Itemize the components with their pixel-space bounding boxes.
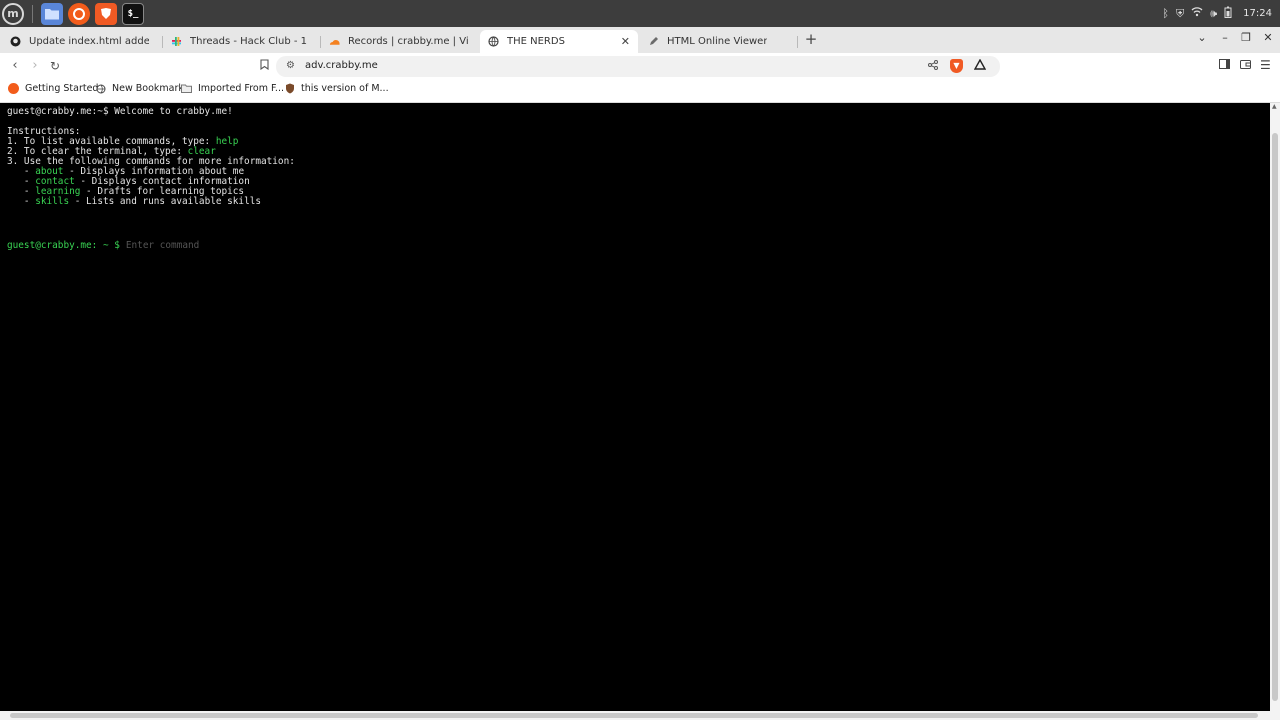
horizontal-scrollbar[interactable] bbox=[0, 711, 1280, 720]
tab-title: Update index.html added subdo bbox=[29, 36, 149, 47]
brave-rewards-icon[interactable] bbox=[973, 58, 987, 73]
maximize-icon[interactable]: ❐ bbox=[1239, 31, 1253, 44]
menu-hamburger-icon[interactable]: ☰ bbox=[1260, 58, 1271, 72]
bookmark-label: Imported From F... bbox=[198, 83, 284, 94]
desktop-panel: m $_ ᛒ ⛨ 🕪 17:24 bbox=[0, 0, 1280, 27]
command-desc: - Lists and runs available skills bbox=[69, 196, 262, 207]
system-tray: ᛒ ⛨ 🕪 17:24 bbox=[1162, 0, 1272, 27]
bookmark-getting-started[interactable]: Getting Started bbox=[8, 83, 98, 94]
command-input[interactable] bbox=[125, 240, 526, 251]
battery-icon[interactable] bbox=[1224, 6, 1232, 21]
bookmark-icon[interactable] bbox=[257, 59, 271, 74]
bookmark-this-version[interactable]: this version of M... bbox=[284, 83, 389, 94]
url-text: adv.crabby.me bbox=[305, 60, 378, 71]
terminal-page[interactable]: guest@crabby.me:~$ Welcome to crabby.me!… bbox=[0, 103, 1270, 711]
tab-title: Threads - Hack Club - 1 new item bbox=[190, 36, 310, 47]
scroll-up-icon[interactable]: ▲ bbox=[1272, 103, 1277, 110]
welcome-line: guest@crabby.me:~$ Welcome to crabby.me! bbox=[7, 106, 233, 117]
tab-slack[interactable]: Threads - Hack Club - 1 new item bbox=[163, 30, 318, 53]
shield-icon[interactable]: ⛨ bbox=[1176, 7, 1184, 21]
vertical-scrollbar[interactable]: ▲ bbox=[1270, 103, 1280, 711]
tab-list-chevron-down-icon[interactable]: ⌄ bbox=[1195, 31, 1209, 44]
prompt-label: guest@crabby.me: ~ $ bbox=[7, 239, 120, 251]
tab-cloudflare[interactable]: Records | crabby.me | Vihaanping bbox=[321, 30, 476, 53]
tab-the-nerds[interactable]: THE NERDS ✕ bbox=[480, 30, 638, 53]
tab-title: THE NERDS bbox=[507, 36, 565, 47]
brave-shields-icon[interactable]: ▼ bbox=[950, 59, 963, 73]
clock[interactable]: 17:24 bbox=[1243, 8, 1272, 19]
panel-separator bbox=[32, 4, 33, 23]
firefox-icon bbox=[8, 83, 19, 94]
bookmark-label: this version of M... bbox=[301, 83, 389, 94]
volume-icon[interactable]: 🕪 bbox=[1210, 7, 1217, 21]
command-name: skills bbox=[35, 196, 70, 207]
slack-icon bbox=[171, 36, 182, 47]
command-item: - skills - Lists and runs available skil… bbox=[7, 196, 262, 207]
bookmark-imported-folder[interactable]: Imported From F... bbox=[181, 83, 284, 94]
brave-icon[interactable] bbox=[95, 2, 117, 25]
pen-icon bbox=[648, 36, 659, 47]
site-settings-icon[interactable]: ⚙ bbox=[286, 60, 295, 71]
forward-icon[interactable]: › bbox=[28, 59, 42, 73]
globe-icon bbox=[488, 36, 499, 47]
close-tab-icon[interactable]: ✕ bbox=[621, 35, 630, 48]
reload-icon[interactable]: ↻ bbox=[48, 59, 62, 73]
shield-icon bbox=[284, 83, 295, 94]
wifi-icon[interactable] bbox=[1191, 7, 1203, 20]
globe-icon bbox=[95, 83, 106, 94]
bookmark-label: Getting Started bbox=[25, 83, 99, 94]
tab-html-viewer[interactable]: HTML Online Viewer bbox=[640, 30, 795, 53]
close-window-icon[interactable]: ✕ bbox=[1261, 31, 1275, 44]
minimize-icon[interactable]: – bbox=[1218, 31, 1232, 44]
tab-strip: Update index.html added subdo Threads - … bbox=[0, 27, 1280, 53]
address-bar[interactable]: ⚙ adv.crabby.me bbox=[276, 56, 1000, 77]
share-icon[interactable] bbox=[928, 60, 938, 73]
prompt-row: guest@crabby.me: ~ $ bbox=[7, 240, 526, 251]
bookmark-new-bookmark[interactable]: New Bookmark bbox=[95, 83, 184, 94]
github-icon bbox=[10, 36, 21, 47]
scrollbar-thumb[interactable] bbox=[1272, 133, 1278, 701]
bookmark-label: New Bookmark bbox=[112, 83, 184, 94]
tab-title: HTML Online Viewer bbox=[667, 36, 768, 47]
terminal-icon[interactable]: $_ bbox=[122, 2, 144, 25]
mint-menu-icon[interactable]: m bbox=[2, 2, 24, 25]
tab-divider bbox=[797, 36, 798, 48]
folder-icon[interactable] bbox=[41, 2, 63, 25]
browser-toolbar: ‹ › ↻ ⚙ adv.crabby.me ☰ bbox=[0, 53, 1280, 80]
new-tab-button[interactable]: + bbox=[803, 31, 819, 47]
cloudflare-icon bbox=[329, 36, 340, 47]
sidebar-icon[interactable] bbox=[1219, 59, 1230, 72]
help-command: help bbox=[215, 136, 239, 147]
scrollbar-thumb[interactable] bbox=[10, 713, 1258, 718]
bookmarks-bar: Getting Started New Bookmark Imported Fr… bbox=[0, 80, 1280, 103]
folder-icon bbox=[181, 83, 192, 94]
wallet-icon[interactable] bbox=[1240, 59, 1251, 72]
firefox-icon[interactable] bbox=[68, 2, 90, 25]
bluetooth-icon[interactable]: ᛒ bbox=[1162, 7, 1169, 20]
tab-github[interactable]: Update index.html added subdo bbox=[2, 30, 157, 53]
back-icon[interactable]: ‹ bbox=[8, 59, 22, 73]
tab-title: Records | crabby.me | Vihaanping bbox=[348, 36, 468, 47]
